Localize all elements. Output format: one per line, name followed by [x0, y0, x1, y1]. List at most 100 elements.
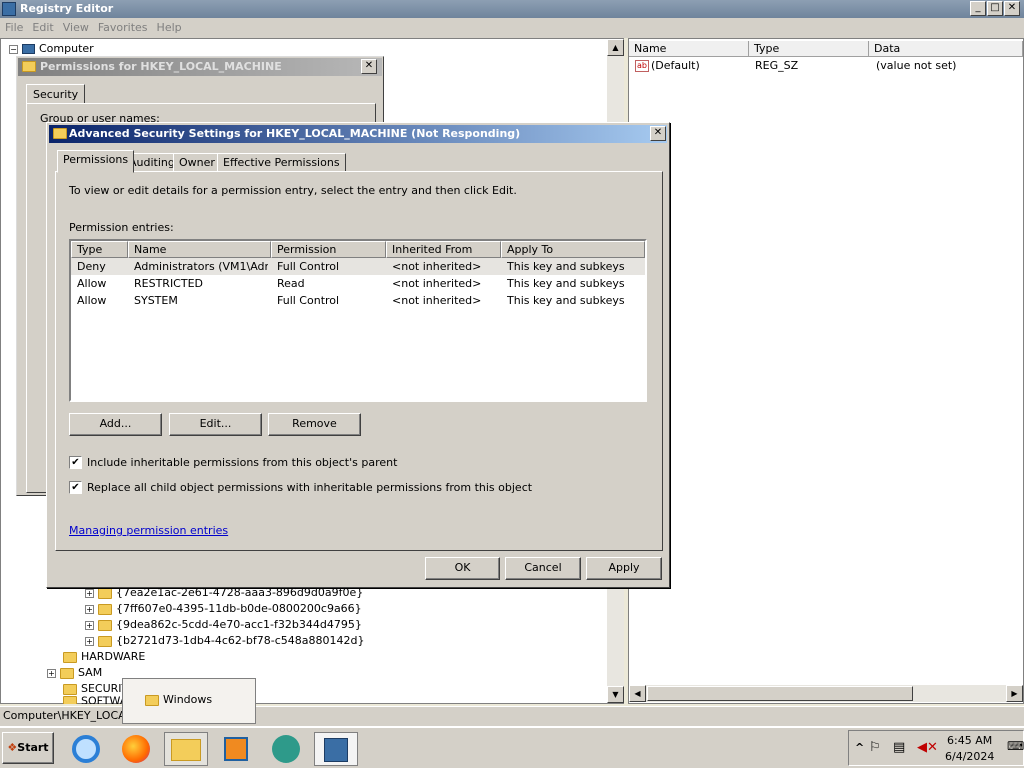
include-inheritable-checkbox[interactable]: ✔	[69, 456, 82, 469]
tree-label: Computer	[39, 42, 94, 55]
network-icon[interactable]: ▤	[893, 740, 905, 755]
tree-item-hardware[interactable]: HARDWARE	[63, 649, 145, 665]
tray-expand-icon[interactable]: ^	[855, 741, 864, 754]
expand-icon[interactable]: +	[85, 620, 94, 630]
minimize-button[interactable]: _	[970, 1, 986, 16]
remove-button[interactable]: Remove	[268, 413, 361, 436]
expand-icon[interactable]: +	[85, 588, 94, 598]
clock-time[interactable]: 6:45 AM	[947, 734, 992, 747]
value-row[interactable]: ab (Default) REG_SZ (value not set)	[635, 58, 1015, 74]
registry-values-pane[interactable]: Name Type Data ab (Default) REG_SZ (value…	[628, 38, 1024, 704]
folder-icon	[98, 603, 112, 615]
media-player-icon[interactable]	[214, 732, 258, 766]
menu-file[interactable]: File	[0, 18, 27, 34]
entry-type: Allow	[77, 294, 107, 307]
entry-type: Deny	[77, 260, 106, 273]
tree-label: {9dea862c-5cdd-4e70-acc1-f32b344d4795}	[116, 618, 362, 631]
system-tray: ^ ⚐ ▤ ◀✕ 6:45 AM 6/4/2024 ⌨	[848, 730, 1024, 766]
value-data: (value not set)	[876, 59, 957, 72]
values-hscrollbar[interactable]: ◀ ▶	[629, 685, 1023, 702]
folder-icon	[60, 667, 74, 679]
scroll-right-icon[interactable]: ▶	[1006, 685, 1023, 702]
permission-entry-row[interactable]: Deny Administrators (VM1\Admi... Full Co…	[71, 258, 645, 275]
tab-owner[interactable]: Owner	[173, 153, 221, 172]
permissions-close-button[interactable]: ✕	[361, 59, 377, 74]
permissions-dialog-titlebar: Permissions for HKEY_LOCAL_MACHINE	[18, 58, 382, 76]
start-button[interactable]: ❖Start	[2, 732, 54, 764]
cancel-button[interactable]: Cancel	[505, 557, 581, 580]
column-permission[interactable]: Permission	[271, 241, 386, 258]
computer-icon	[22, 44, 35, 54]
tab-effective-permissions[interactable]: Effective Permissions	[217, 153, 346, 172]
tab-permissions[interactable]: Permissions	[57, 150, 135, 173]
taskbar: ❖Start ^ ⚐ ▤ ◀✕ 6:45 AM 6/4/2024 ⌨	[0, 726, 1024, 768]
advanced-close-button[interactable]: ✕	[650, 126, 666, 141]
start-label: Start	[17, 741, 49, 754]
column-type[interactable]: Type	[749, 41, 869, 57]
tree-item-guid[interactable]: + {7ff607e0-4395-11db-b0de-0800200c9a66}	[85, 601, 362, 617]
entry-name: RESTRICTED	[134, 277, 204, 290]
menu-edit[interactable]: Edit	[27, 18, 57, 34]
clock-date[interactable]: 6/4/2024	[945, 750, 994, 763]
keyboard-icon[interactable]: ⌨	[1007, 739, 1024, 753]
menu-favorites[interactable]: Favorites	[93, 18, 152, 34]
collapse-icon[interactable]: −	[9, 44, 18, 54]
remote-app-icon[interactable]	[264, 732, 308, 766]
folder-icon	[63, 683, 77, 695]
entry-permission: Read	[277, 277, 305, 290]
expand-icon[interactable]: +	[85, 604, 94, 614]
registry-editor-titlebar: Registry Editor _ □ ✕	[0, 0, 1024, 18]
internet-explorer-icon[interactable]	[64, 732, 108, 766]
firefox-icon[interactable]	[114, 732, 158, 766]
apply-button[interactable]: Apply	[586, 557, 662, 580]
tree-item-sam[interactable]: + SAM	[47, 665, 102, 681]
include-inheritable-label[interactable]: Include inheritable permissions from thi…	[87, 456, 397, 469]
registry-editor-taskbar-icon[interactable]	[314, 732, 358, 766]
edit-button[interactable]: Edit...	[169, 413, 262, 436]
tree-item-computer[interactable]: − Computer	[9, 41, 94, 57]
expand-icon[interactable]: +	[47, 668, 56, 678]
column-data[interactable]: Data	[869, 41, 1023, 57]
expand-icon[interactable]: +	[85, 636, 94, 646]
replace-child-checkbox[interactable]: ✔	[69, 481, 82, 494]
permission-entry-row[interactable]: Allow RESTRICTED Read <not inherited> Th…	[71, 275, 645, 292]
permission-entry-row[interactable]: Allow SYSTEM Full Control <not inherited…	[71, 292, 645, 309]
volume-muted-icon[interactable]: ◀✕	[917, 740, 938, 755]
scroll-left-icon[interactable]: ◀	[629, 685, 646, 702]
menu-help[interactable]: Help	[152, 18, 186, 34]
entry-name: Administrators (VM1\Admi...	[134, 260, 268, 273]
column-type[interactable]: Type	[71, 241, 128, 258]
folder-icon	[63, 696, 77, 704]
tree-label: HARDWARE	[81, 650, 146, 663]
entry-name: SYSTEM	[134, 294, 178, 307]
ok-button[interactable]: OK	[425, 557, 500, 580]
replace-child-label[interactable]: Replace all child object permissions wit…	[87, 481, 532, 494]
entry-type: Allow	[77, 277, 107, 290]
managing-permission-entries-link[interactable]: Managing permission entries	[69, 524, 228, 537]
tree-item-guid[interactable]: + {9dea862c-5cdd-4e70-acc1-f32b344d4795}	[85, 617, 362, 633]
menu-view[interactable]: View	[58, 18, 93, 34]
column-name[interactable]: Name	[629, 41, 749, 57]
file-explorer-icon[interactable]	[164, 732, 208, 766]
column-apply-to[interactable]: Apply To	[501, 241, 645, 258]
column-name[interactable]: Name	[128, 241, 271, 258]
maximize-button[interactable]: □	[987, 1, 1003, 16]
instructions-text: To view or edit details for a permission…	[69, 184, 517, 197]
add-button[interactable]: Add...	[69, 413, 162, 436]
taskbar-preview-popup[interactable]: Windows	[122, 678, 256, 724]
entry-inherited: <not inherited>	[392, 294, 482, 307]
scroll-down-icon[interactable]: ▼	[607, 686, 624, 703]
folder-icon	[145, 694, 159, 706]
tab-security[interactable]: Security	[26, 84, 86, 104]
menu-bar: File Edit View Favorites Help	[0, 18, 1024, 38]
permission-entries-list[interactable]: Type Name Permission Inherited From Appl…	[69, 239, 647, 402]
advanced-security-dialog[interactable]: Advanced Security Settings for HKEY_LOCA…	[46, 122, 670, 588]
tree-item-guid[interactable]: + {b2721d73-1db4-4c62-bf78-c548a880142d}	[85, 633, 364, 649]
scroll-up-icon[interactable]: ▲	[607, 39, 624, 56]
folder-icon	[98, 587, 112, 599]
registry-editor-icon	[2, 2, 16, 16]
column-inherited-from[interactable]: Inherited From	[386, 241, 501, 258]
close-button[interactable]: ✕	[1004, 1, 1020, 16]
action-center-flag-icon[interactable]: ⚐	[869, 740, 881, 755]
scroll-thumb[interactable]	[647, 686, 913, 701]
